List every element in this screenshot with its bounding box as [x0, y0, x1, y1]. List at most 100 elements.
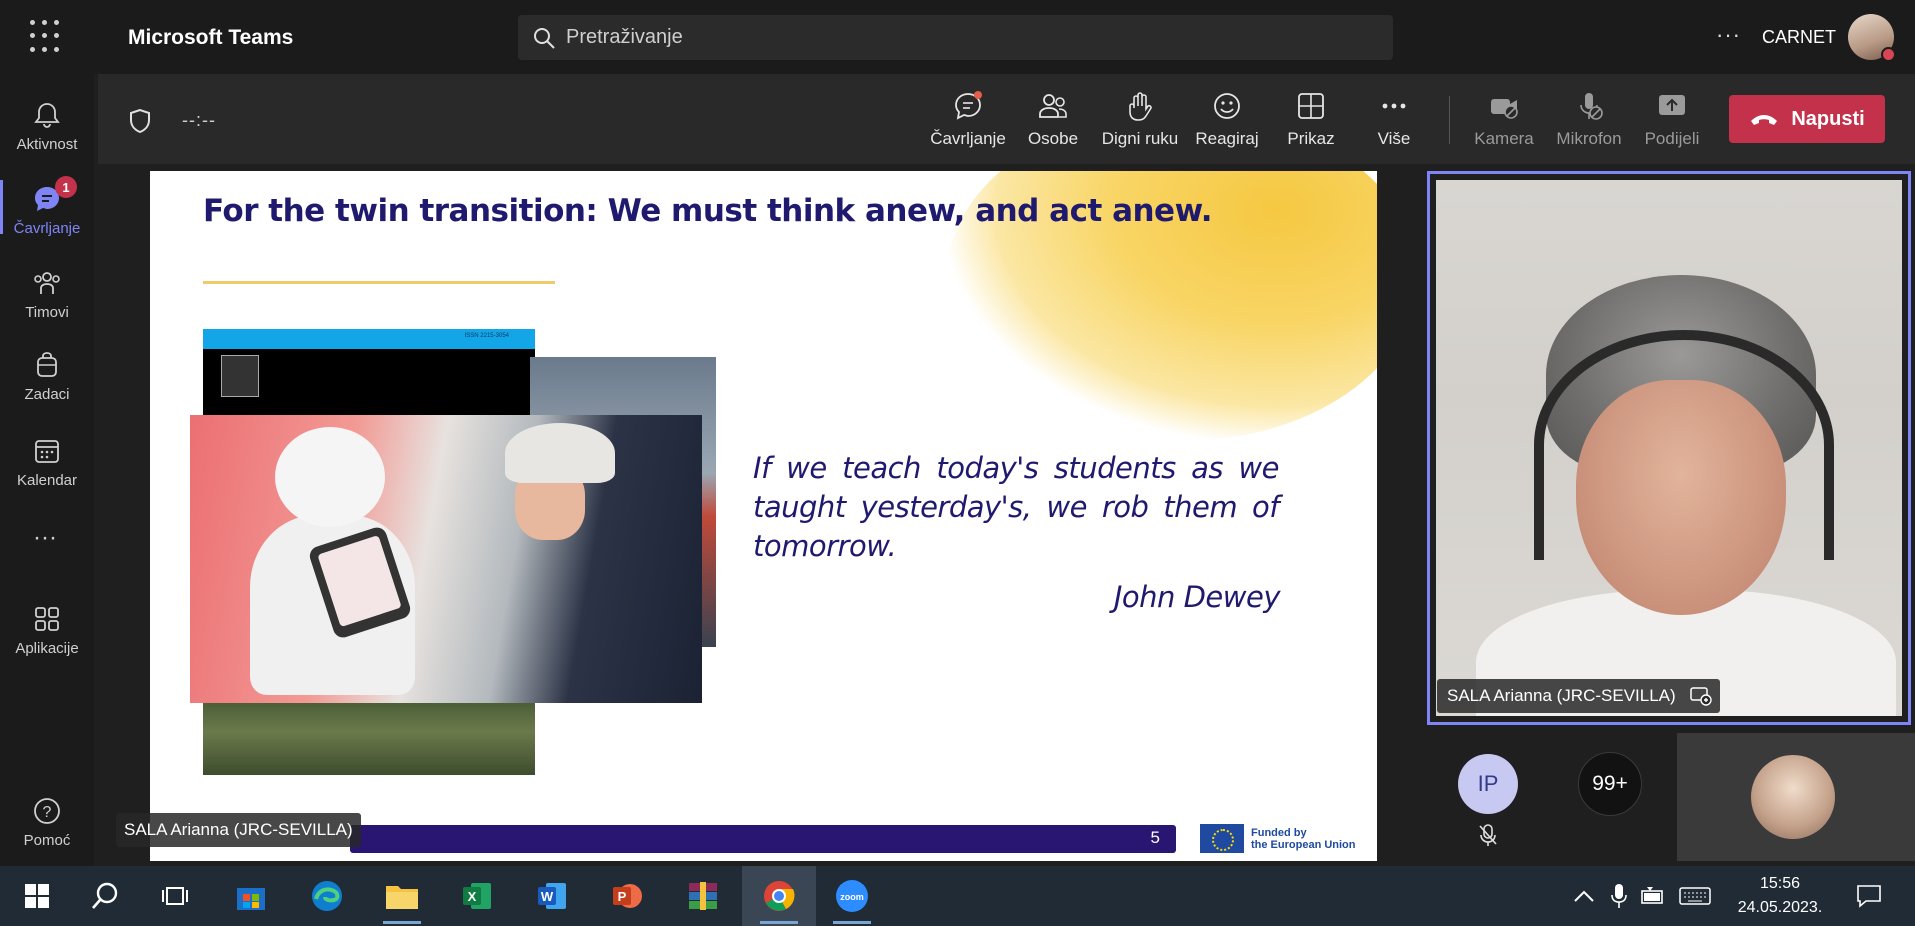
- speaker-video: [1436, 180, 1902, 716]
- zoom-icon[interactable]: zoom: [815, 866, 889, 926]
- rail-item-activity[interactable]: Aktivnost: [0, 86, 94, 160]
- word-icon[interactable]: W: [515, 866, 589, 926]
- app-launcher-icon[interactable]: [30, 20, 64, 54]
- task-view-icon[interactable]: [139, 866, 213, 926]
- rail-item-apps[interactable]: Aplikacije: [0, 590, 94, 664]
- toolbar-react-button[interactable]: Reagiraj: [1182, 90, 1272, 156]
- more-icon: [1382, 103, 1406, 109]
- smiley-icon: [1214, 93, 1240, 119]
- bell-icon: [34, 103, 60, 128]
- svg-text:P: P: [618, 889, 627, 904]
- toolbar-label: Čavrljanje: [930, 129, 1006, 148]
- meeting-timer: --:--: [182, 110, 216, 130]
- rail-item-teams[interactable]: Timovi: [0, 254, 94, 328]
- leave-label: Napusti: [1791, 107, 1865, 130]
- grid-view-icon: [1298, 93, 1324, 119]
- excel-icon[interactable]: X: [440, 866, 514, 926]
- toolbar-more-button[interactable]: Više: [1349, 90, 1439, 156]
- search-icon[interactable]: [68, 866, 142, 926]
- toolbar-raise-hand-button[interactable]: Digni ruku: [1095, 90, 1185, 156]
- svg-text:X: X: [468, 889, 477, 904]
- search-input[interactable]: [566, 26, 1366, 49]
- leave-meeting-button[interactable]: Napusti: [1729, 95, 1885, 143]
- apps-icon: [35, 607, 59, 631]
- top-bar: Microsoft Teams ··· CARNET: [0, 0, 1915, 74]
- profile-avatar[interactable]: [1848, 14, 1896, 62]
- mic-muted-icon: [1479, 824, 1497, 846]
- system-tray: [1573, 866, 1711, 926]
- shield-icon[interactable]: [128, 108, 152, 134]
- keyboard-icon[interactable]: [1679, 886, 1711, 906]
- edge-icon[interactable]: [290, 866, 364, 926]
- toolbar-people-button[interactable]: Osobe: [1008, 90, 1098, 156]
- app-title: Microsoft Teams: [128, 26, 294, 49]
- microphone-icon[interactable]: [1611, 883, 1627, 909]
- participant-avatar-ip[interactable]: IP: [1458, 754, 1518, 814]
- screen-share-indicator-icon: [1690, 687, 1712, 706]
- rail-item-tasks[interactable]: Zadaci: [0, 336, 94, 410]
- journal-cover-image: ISSN 2215-3054: [203, 329, 535, 415]
- toolbar-label: Podijeli: [1644, 129, 1700, 148]
- file-explorer-icon[interactable]: [365, 866, 439, 926]
- teams-icon: [34, 272, 60, 294]
- eu-text-line2: the European Union: [1251, 838, 1356, 851]
- svg-text:W: W: [541, 889, 554, 904]
- battery-icon[interactable]: [1639, 886, 1665, 906]
- org-name: CARNET: [1762, 27, 1837, 47]
- taskbar-clock[interactable]: 15:56 24.05.2023.: [1725, 872, 1835, 920]
- help-icon: ?: [34, 798, 60, 824]
- participant-strip: IP 99+: [1427, 733, 1915, 866]
- slide-page-number: 5: [1150, 828, 1160, 847]
- clock-date: 24.05.2023.: [1737, 899, 1823, 916]
- settings-more-icon[interactable]: ···: [1716, 22, 1741, 48]
- rail-item-help[interactable]: ? Pomoć: [0, 782, 94, 856]
- toolbar-label: Prikaz: [1287, 129, 1335, 148]
- app-rail: Aktivnost 1 Čavrljanje Timovi Zadaci Kal…: [0, 74, 94, 866]
- eu-text-line1: Funded by: [1251, 826, 1307, 839]
- search-icon: [534, 27, 555, 49]
- speaker-name: SALA Arianna (JRC-SEVILLA): [1447, 686, 1676, 705]
- toolbar-camera-button[interactable]: Kamera: [1459, 90, 1549, 156]
- toolbar-divider: [1449, 96, 1450, 144]
- rail-item-calendar[interactable]: Kalendar: [0, 422, 94, 496]
- robot-child-image: [190, 415, 702, 703]
- toolbar-chat-button[interactable]: Čavrljanje: [923, 90, 1013, 156]
- windows-start-icon[interactable]: [0, 866, 74, 926]
- quote-author: John Dewey: [1113, 580, 1281, 614]
- eu-funding-logo: Funded by the European Union: [1200, 824, 1356, 853]
- rail-item-label: Timovi: [25, 304, 69, 321]
- rail-item-label: Kalendar: [16, 472, 78, 489]
- chat-icon: [955, 91, 982, 120]
- rail-item-label: Pomoć: [23, 832, 71, 849]
- toolbar-label: Mikrofon: [1556, 129, 1622, 148]
- eu-flag-icon: [1200, 824, 1244, 853]
- toolbar-label: Digni ruku: [1101, 129, 1179, 148]
- chevron-up-icon[interactable]: [1573, 889, 1595, 903]
- chrome-icon[interactable]: [742, 866, 816, 926]
- more-participants-button[interactable]: 99+: [1578, 752, 1642, 816]
- notifications-icon[interactable]: [1856, 884, 1882, 908]
- title-underline: [203, 281, 555, 284]
- store-icon[interactable]: [214, 866, 288, 926]
- self-video-tile[interactable]: [1677, 733, 1915, 861]
- toolbar-view-button[interactable]: Prikaz: [1266, 90, 1356, 156]
- winrar-icon[interactable]: [666, 866, 740, 926]
- more-apps-icon[interactable]: ···: [33, 524, 57, 552]
- powerpoint-icon[interactable]: P: [590, 866, 664, 926]
- clock-time: 15:56: [1759, 875, 1801, 892]
- search-box[interactable]: [518, 15, 1393, 60]
- windows-taskbar: X W P zoom: [0, 866, 1915, 926]
- toolbar-share-button[interactable]: Podijeli: [1627, 90, 1717, 156]
- slide-quote: If we teach today's students as we taugh…: [753, 451, 1280, 563]
- toolbar-mic-button[interactable]: Mikrofon: [1544, 90, 1634, 156]
- slide-image-collage: ISSN 2215-3054: [190, 329, 720, 789]
- landscape-image: [203, 703, 535, 775]
- slide-footer-bar: 5: [350, 825, 1176, 853]
- rail-item-label: Zadaci: [24, 386, 70, 403]
- toolbar-label: Više: [1377, 129, 1411, 148]
- rail-item-chat[interactable]: 1 Čavrljanje: [0, 170, 94, 244]
- rail-item-label: Aplikacije: [15, 640, 79, 657]
- speaker-video-tile[interactable]: [1427, 171, 1911, 725]
- share-icon: [1659, 95, 1685, 115]
- speaker-name-tag: SALA Arianna (JRC-SEVILLA): [1437, 679, 1720, 713]
